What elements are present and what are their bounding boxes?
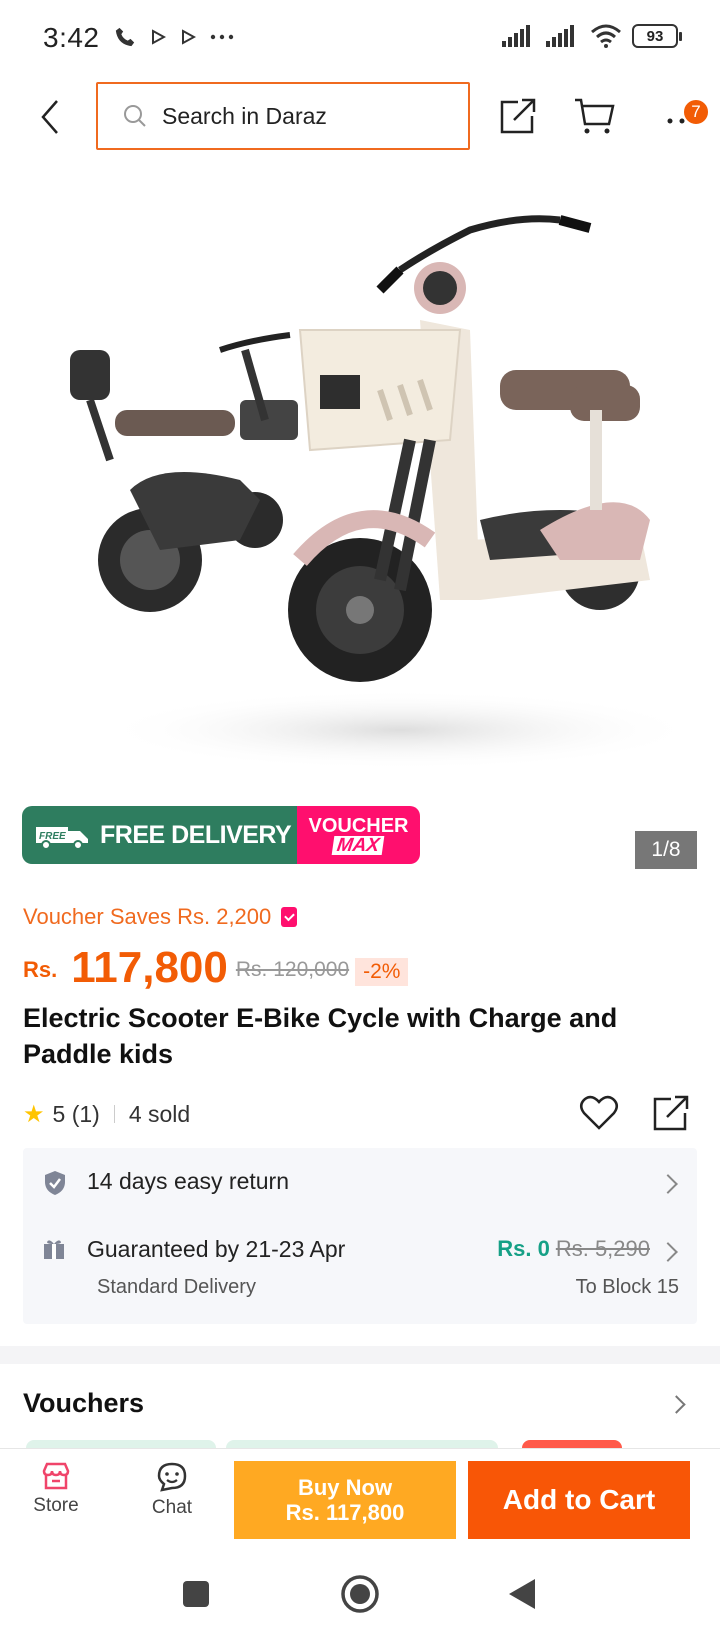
- status-bar: 3:42 93: [0, 0, 720, 80]
- chevron-right-icon: [658, 1174, 678, 1194]
- status-notification-icons: [114, 26, 234, 48]
- rating-row[interactable]: ★ 5 (1) 4 sold: [23, 1096, 190, 1132]
- service-info-box: 14 days easy return Guaranteed by 21-23 …: [23, 1148, 697, 1324]
- chevron-left-icon: [41, 100, 58, 134]
- store-icon: [42, 1462, 70, 1490]
- buy-now-label: Buy Now: [297, 1475, 393, 1500]
- voucher-icon: [281, 907, 298, 927]
- star-icon: ★: [23, 1100, 45, 1128]
- free-tag-text: FREE: [39, 831, 66, 842]
- voucher-card[interactable]: [522, 1440, 622, 1448]
- voucher-saves-text: Voucher Saves Rs. 2,200: [23, 904, 272, 929]
- wishlist-button[interactable]: [576, 1090, 622, 1136]
- voucher-saves[interactable]: Voucher Saves Rs. 2,200: [23, 904, 298, 930]
- gift-icon: [44, 1240, 64, 1259]
- circle-home-icon: [341, 1575, 379, 1613]
- add-to-cart-button[interactable]: Add to Cart: [468, 1461, 690, 1539]
- promo-banner: FREE FREE DELIVERY VOUCHER MAX: [22, 806, 420, 864]
- play-icon: [152, 29, 166, 45]
- chat-icon: [157, 1462, 187, 1492]
- rating-value: 5 (1): [52, 1100, 100, 1127]
- wifi-icon: [591, 24, 621, 48]
- store-label: Store: [33, 1495, 79, 1516]
- shield-icon: [45, 1171, 65, 1195]
- search-icon: [124, 105, 146, 127]
- product-title: Electric Scooter E-Bike Cycle with Charg…: [23, 1003, 618, 1069]
- more-menu-button[interactable]: 7: [648, 92, 716, 140]
- voucher-max-tag: VOUCHER MAX: [297, 806, 420, 864]
- top-nav: Search in Daraz 7: [0, 80, 720, 156]
- heart-icon: [580, 1095, 618, 1130]
- share-product-button[interactable]: [648, 1090, 694, 1136]
- free-delivery-tag: FREE FREE DELIVERY: [22, 806, 297, 864]
- status-time: 3:42: [43, 22, 100, 53]
- bottom-action-bar: Store Chat Buy Now Rs. 117,800 Add to Ca…: [0, 1448, 720, 1546]
- delivery-guarantee: Guaranteed by 21-23 Apr: [87, 1236, 346, 1262]
- delivery-row[interactable]: Guaranteed by 21-23 Apr Standard Deliver…: [23, 1218, 697, 1324]
- return-policy-text: 14 days easy return: [87, 1168, 290, 1194]
- delivery-truck-icon: FREE: [36, 827, 88, 850]
- back-button[interactable]: [30, 94, 70, 140]
- search-input[interactable]: Search in Daraz: [96, 82, 470, 150]
- home-button[interactable]: [338, 1572, 382, 1616]
- price-currency: Rs.: [23, 957, 58, 982]
- cart-button[interactable]: [570, 92, 618, 140]
- old-price: Rs. 120,000: [235, 958, 350, 981]
- free-delivery-label: FREE DELIVERY: [100, 820, 292, 849]
- more-dots-icon: [210, 34, 234, 40]
- delivery-fee: Rs. 0 Rs. 5,290: [497, 1236, 650, 1262]
- return-policy-row[interactable]: 14 days easy return: [23, 1148, 697, 1218]
- max-label: MAX: [332, 835, 385, 856]
- voucher-card[interactable]: [226, 1440, 498, 1448]
- price-value: 117,800: [71, 943, 228, 992]
- section-divider: [0, 1346, 720, 1364]
- sold-count: 4 sold: [128, 1100, 191, 1127]
- phone-icon: [115, 27, 135, 47]
- divider: [113, 1105, 115, 1123]
- share-icon: [500, 98, 536, 134]
- status-system-icons: 93: [502, 24, 682, 48]
- cart-icon: [575, 98, 615, 134]
- product-image-gallery[interactable]: [0, 160, 720, 800]
- price-row: Rs. 117,800 Rs. 120,000 -2%: [23, 936, 409, 992]
- battery-icon: 93: [632, 24, 682, 48]
- vouchers-heading: Vouchers: [23, 1388, 145, 1418]
- triangle-back-icon: [509, 1579, 535, 1609]
- voucher-label: VOUCHER: [308, 814, 409, 837]
- chevron-right-icon: [658, 1242, 678, 1262]
- notification-badge: 7: [682, 98, 710, 126]
- product-image: [70, 215, 700, 770]
- delivery-old-price: Rs. 5,290: [555, 1236, 650, 1261]
- discount-badge: -2%: [355, 958, 409, 986]
- square-icon: [183, 1581, 209, 1607]
- signal-icon: [502, 25, 530, 47]
- delivery-type: Standard Delivery: [97, 1276, 256, 1298]
- add-to-cart-label: Add to Cart: [502, 1484, 656, 1515]
- signal-icon: [546, 25, 574, 47]
- chat-label: Chat: [151, 1497, 193, 1518]
- chat-button[interactable]: Chat: [132, 1461, 212, 1519]
- delivery-price: Rs. 0: [497, 1236, 550, 1261]
- back-nav-button[interactable]: [500, 1572, 544, 1616]
- voucher-card[interactable]: [26, 1440, 216, 1448]
- share-icon: [653, 1095, 689, 1131]
- store-button[interactable]: Store: [16, 1461, 96, 1517]
- image-counter: 1/8: [635, 831, 697, 869]
- delivery-location: To Block 15: [575, 1276, 679, 1298]
- buy-now-price: Rs. 117,800: [285, 1500, 405, 1525]
- search-placeholder: Search in Daraz: [162, 102, 327, 129]
- buy-now-button[interactable]: Buy Now Rs. 117,800: [234, 1461, 456, 1539]
- system-navigation-bar: [0, 1548, 720, 1640]
- recents-button[interactable]: [174, 1572, 218, 1616]
- share-button[interactable]: [494, 92, 542, 140]
- play-icon: [182, 29, 196, 45]
- chevron-right-icon[interactable]: [667, 1395, 686, 1414]
